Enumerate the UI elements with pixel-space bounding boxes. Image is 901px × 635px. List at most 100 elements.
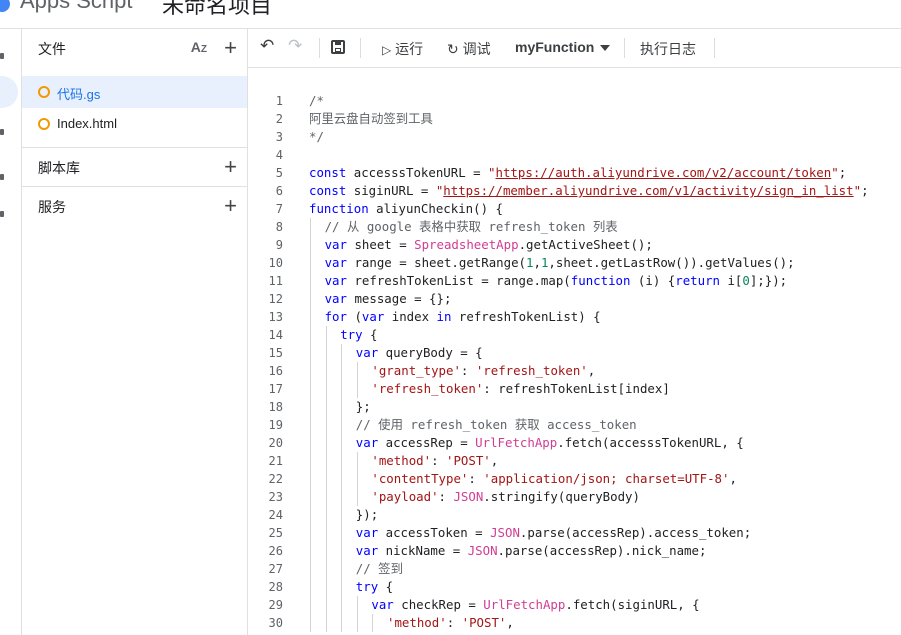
code-text: var accessRep = UrlFetchApp.fetch(access… — [355, 435, 744, 450]
services-header: 服务 + — [22, 187, 247, 225]
indent-guide — [310, 488, 311, 506]
indent-guide — [325, 506, 327, 524]
code-editor[interactable]: 1 /* 2 阿里云盘自动签到工具 3 */ 4 5 const accesssTokenURL… — [248, 68, 901, 635]
indent-guide — [341, 470, 343, 488]
code-text: 'refresh_token': refreshTokenList[index] — [371, 381, 670, 396]
code-text: }; — [355, 399, 371, 414]
run-button[interactable]: ▷ 运行 — [382, 39, 423, 59]
line-number: 1 — [275, 94, 283, 108]
indent-guide — [341, 380, 343, 398]
add-file-icon[interactable]: + — [224, 37, 237, 59]
add-service-icon[interactable]: + — [224, 195, 237, 217]
file-name: 代码.gs — [57, 87, 101, 102]
line-number: 20 — [268, 436, 283, 450]
settings-icon[interactable] — [0, 211, 4, 217]
indent-guide — [341, 362, 343, 380]
indent-guide — [325, 452, 327, 470]
debug-button[interactable]: ↻ 调试 — [447, 39, 491, 59]
indent-guide — [310, 578, 311, 596]
indent-guide — [341, 560, 343, 578]
indent-guide — [310, 254, 311, 272]
line-number: 5 — [275, 166, 283, 180]
html-file-icon — [38, 118, 50, 130]
line-number: 13 — [268, 310, 283, 324]
function-select[interactable]: myFunction — [515, 39, 611, 55]
libraries-label: 脚本库 — [38, 160, 80, 176]
indent-guide — [310, 362, 311, 380]
executions-icon[interactable] — [0, 174, 4, 180]
line-number: 14 — [268, 328, 283, 342]
indent-guide — [341, 488, 343, 506]
code-text: var refreshTokenList = range.map(functio… — [324, 273, 788, 288]
indent-guide — [341, 416, 343, 434]
project-name[interactable]: 未命名项目 — [162, 0, 272, 20]
line-number: 28 — [268, 580, 283, 594]
indent-guide — [325, 578, 327, 596]
code-text: var queryBody = { — [355, 345, 483, 360]
indent-guide — [325, 344, 327, 362]
code-text: const accesssTokenURL = "https://auth.al… — [309, 165, 847, 180]
apps-script-logo-icon — [0, 0, 10, 12]
execution-log-button[interactable]: 执行日志 — [640, 39, 696, 59]
services-label: 服务 — [38, 199, 66, 215]
line-number: 12 — [268, 292, 283, 306]
file-name: Index.html — [57, 116, 117, 131]
code-text: // 从 google 表格中获取 refresh_token 列表 — [324, 219, 618, 234]
triggers-icon[interactable] — [0, 129, 4, 135]
line-number: 4 — [275, 148, 283, 162]
debug-label: 调试 — [462, 41, 491, 57]
indent-guide — [356, 470, 358, 488]
code-text: for (var index in refreshTokenList) { — [324, 309, 601, 324]
indent-guide — [325, 470, 327, 488]
sort-az-icon[interactable]: AZ — [191, 39, 207, 55]
line-number: 30 — [268, 616, 283, 630]
indent-guide — [325, 596, 327, 614]
indent-guide — [356, 362, 358, 380]
indent-guide — [325, 524, 327, 542]
play-icon: ▷ — [382, 43, 392, 57]
gs-file-icon — [38, 86, 50, 98]
line-number: 23 — [268, 490, 283, 504]
indent-guide — [310, 308, 311, 326]
line-number: 25 — [268, 526, 283, 540]
indent-guide — [310, 272, 311, 290]
editor-nav-selected[interactable] — [0, 76, 18, 108]
app-title: Apps Script — [20, 0, 133, 13]
indent-guide — [341, 596, 343, 614]
indent-guide — [325, 614, 327, 632]
chevron-down-icon — [600, 45, 611, 52]
indent-guide — [325, 560, 327, 578]
line-number: 8 — [275, 220, 283, 234]
file-item-code-gs[interactable]: 代码.gs — [22, 76, 247, 108]
line-number: 6 — [275, 184, 283, 198]
add-library-icon[interactable]: + — [224, 156, 237, 178]
line-number: 17 — [268, 382, 283, 396]
indent-guide — [310, 236, 311, 254]
editor-toolbar: ↶ ↷ ▷ 运行 ↻ 调试 myFunction 执行日志 — [248, 29, 901, 68]
line-number: 19 — [268, 418, 283, 432]
code-text: 阿里云盘自动签到工具 — [309, 111, 433, 126]
code-text: function aliyunCheckin() { — [309, 201, 503, 216]
line-number: 21 — [268, 454, 283, 468]
indent-guide — [325, 362, 327, 380]
indent-guide — [341, 506, 343, 524]
code-text: 'grant_type': 'refresh_token', — [371, 363, 596, 378]
file-item-index-html[interactable]: Index.html — [22, 108, 247, 140]
function-select-value: myFunction — [515, 39, 595, 55]
libraries-header: 脚本库 + — [22, 148, 247, 186]
code-text: try { — [340, 327, 378, 342]
save-icon[interactable] — [331, 40, 345, 54]
undo-icon[interactable]: ↶ — [260, 36, 274, 56]
line-number: 26 — [268, 544, 283, 558]
indent-guide — [341, 578, 343, 596]
indent-guide — [310, 596, 311, 614]
indent-guide — [325, 398, 327, 416]
redo-icon[interactable]: ↷ — [288, 36, 302, 56]
indent-guide — [341, 452, 343, 470]
toolbar-separator — [360, 38, 361, 58]
code-text: var message = {}; — [324, 291, 452, 306]
indent-guide — [310, 470, 311, 488]
code-text: 'method': 'POST', — [387, 615, 514, 630]
overview-icon[interactable] — [0, 53, 4, 59]
code-text: var range = sheet.getRange(1,1,sheet.get… — [324, 255, 795, 270]
